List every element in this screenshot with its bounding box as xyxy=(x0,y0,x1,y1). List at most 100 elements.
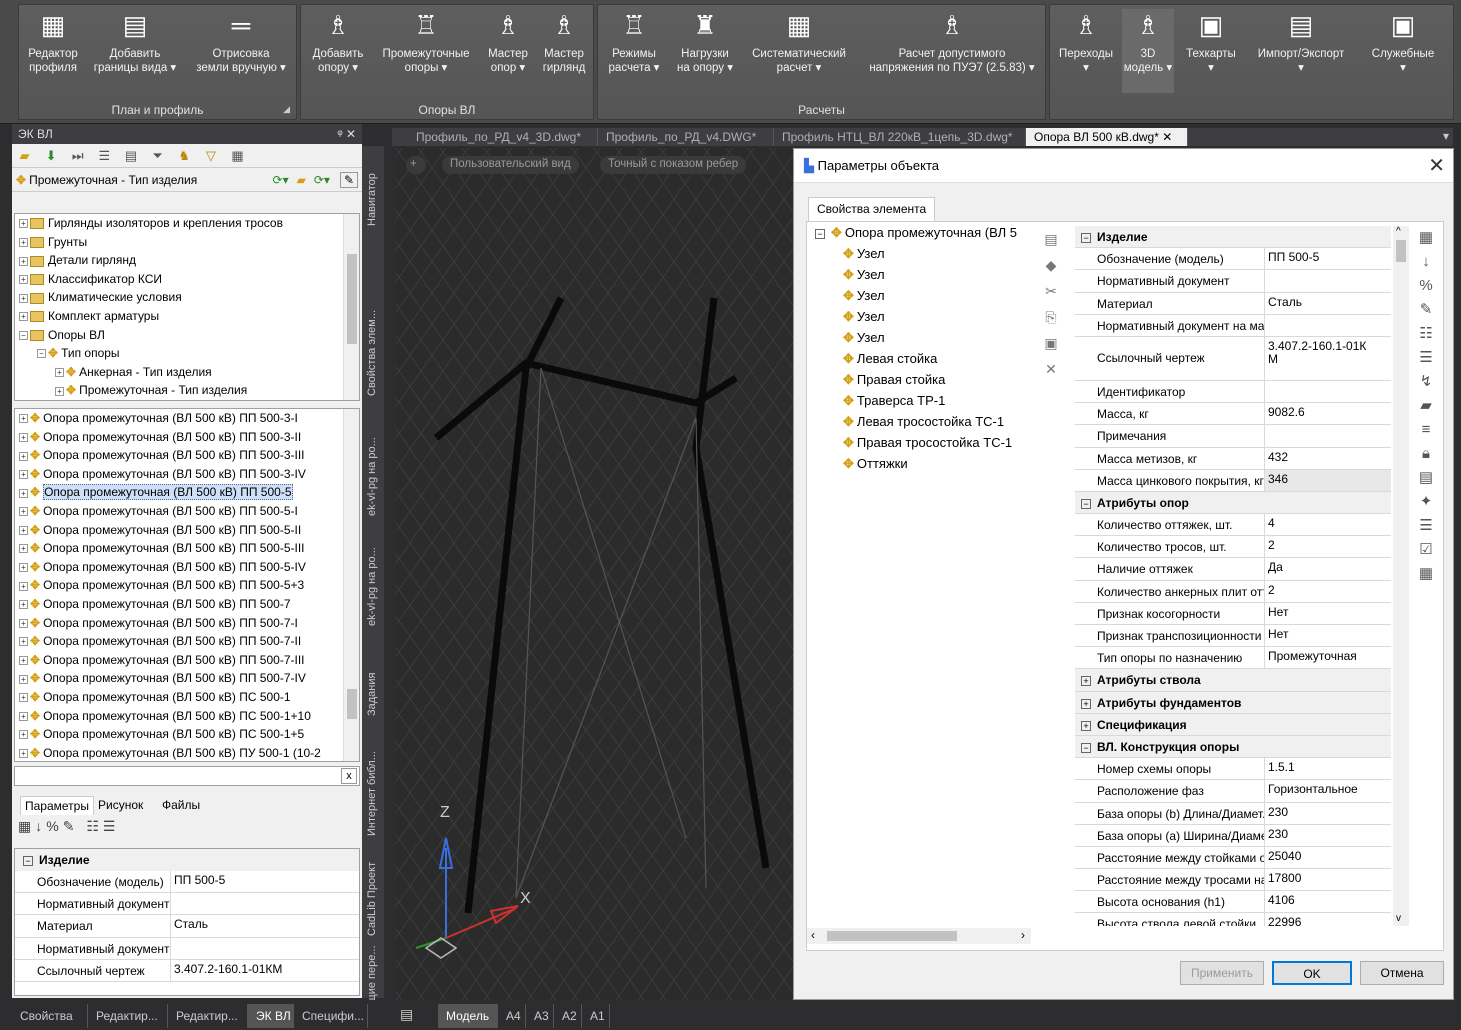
settings-icon[interactable]: ⟳▾ xyxy=(314,173,330,187)
tree-expander[interactable]: − xyxy=(37,349,46,359)
tree-item[interactable]: + Грунты xyxy=(15,233,359,252)
scroll-left-icon[interactable]: ‹ xyxy=(811,928,815,942)
navigate-icon[interactable]: ⏭ xyxy=(69,147,89,165)
list-item[interactable]: + ✥ Опора промежуточная (ВЛ 500 кВ) ПП 500… xyxy=(15,483,359,502)
object-tree-item[interactable]: ✥ Правая стойка xyxy=(807,369,1037,390)
layout-tab[interactable]: A4 xyxy=(498,1004,526,1028)
layout-tab[interactable]: A1 xyxy=(582,1004,610,1028)
tree-expander[interactable]: + xyxy=(19,414,28,424)
import-export-button[interactable]: ▤ Импорт/Экспорт ▾ xyxy=(1248,9,1354,75)
property-row[interactable]: Количество оттяжек, шт. 4 xyxy=(1075,514,1391,537)
property-row[interactable]: База опоры (a) Ширина/Диаме... 230 xyxy=(1075,824,1391,847)
crossings-button[interactable]: ♗ Переходы ▾ xyxy=(1054,9,1118,75)
add-icon[interactable]: ⬇ xyxy=(43,147,63,165)
sort-az-icon[interactable]: ↓ xyxy=(35,818,46,834)
percent-icon[interactable]: % xyxy=(1411,274,1441,298)
tree-expander[interactable]: + xyxy=(55,386,64,396)
tower-wizard-button[interactable]: ♗ Мастер опор ▾ xyxy=(483,9,533,75)
tree-item[interactable]: + Детали гирлянд xyxy=(15,251,359,270)
type-selector[interactable]: Промежуточная - Тип изделия xyxy=(29,173,268,187)
property-value[interactable]: 9082.6 xyxy=(1265,403,1391,425)
cut-icon[interactable]: ✂ xyxy=(1039,278,1063,304)
list-item[interactable]: + ✥ Опора промежуточная (ВЛ 500 кВ) ПС 500… xyxy=(15,688,359,707)
edit-props-icon[interactable]: ✎ xyxy=(63,818,79,834)
bottom-tab[interactable]: ЭК ВЛ xyxy=(248,1004,294,1028)
tree-expander[interactable]: + xyxy=(19,563,28,573)
tree-expander[interactable]: + xyxy=(19,451,28,461)
property-row[interactable]: Ссылочный чертеж 3.407.2-160.1-01КМ xyxy=(15,959,359,982)
property-value[interactable] xyxy=(171,893,359,915)
expand-icon[interactable]: − xyxy=(1081,498,1091,509)
tree-expander[interactable]: + xyxy=(19,693,28,703)
bottom-tab[interactable]: Специфи... xyxy=(294,1004,368,1028)
expand-icon[interactable]: + xyxy=(1081,676,1091,687)
tree-expander[interactable]: + xyxy=(19,219,28,229)
tab-parameters[interactable]: Параметры xyxy=(20,796,94,815)
property-value[interactable]: Горизонтальное xyxy=(1265,780,1391,802)
property-value[interactable] xyxy=(1265,270,1391,292)
tree-vscrollbar[interactable] xyxy=(343,214,359,400)
property-row[interactable]: Количество тросов, шт. 2 xyxy=(1075,536,1391,559)
tree-expander[interactable]: + xyxy=(19,656,28,666)
scroll-right-icon[interactable]: › xyxy=(1021,928,1025,942)
close-tab-icon[interactable]: ✕ xyxy=(1159,130,1172,144)
list-item[interactable]: + ✥ Опора промежуточная (ВЛ 500 кВ) ПП 500… xyxy=(15,521,359,540)
tree-expander[interactable]: − xyxy=(19,330,28,340)
list-item[interactable]: + ✥ Опора промежуточная (ВЛ 500 кВ) ПП 500… xyxy=(15,558,359,577)
lock-icon[interactable]: 🔒︎ xyxy=(1411,442,1441,466)
object-tree-item[interactable]: ✥ Узел xyxy=(807,327,1037,348)
insulator-wizard-button[interactable]: ♗ Мастер гирлянд xyxy=(539,9,589,75)
list-view-icon[interactable]: ▤ xyxy=(123,147,143,165)
tree-view-icon[interactable]: ☰ xyxy=(96,147,116,165)
list-item[interactable]: + ✥ Опора промежуточная (ВЛ 500 кВ) ПП 500… xyxy=(15,539,359,558)
object-tree-item[interactable]: ✥ Оттяжки xyxy=(807,453,1037,474)
list-item[interactable]: + ✥ Опора промежуточная (ВЛ 500 кВ) ПП 500… xyxy=(15,595,359,614)
props-extra-icon[interactable]: ☷ xyxy=(1411,322,1441,346)
tree-expander[interactable]: + xyxy=(55,368,64,378)
property-row[interactable]: Нормативный документ ... xyxy=(15,937,359,960)
bottom-tab[interactable]: Свойства xyxy=(12,1004,88,1028)
tab-element-properties[interactable]: Свойства элемента xyxy=(808,197,936,221)
list-item[interactable]: + ✥ Опора промежуточная (ВЛ 500 кВ) ПП 500… xyxy=(15,651,359,670)
property-row[interactable]: Расположение фаз Горизонтальное xyxy=(1075,780,1391,803)
paste-icon[interactable]: ▣ xyxy=(1039,330,1063,356)
move-icon[interactable]: ◆ xyxy=(1039,252,1063,278)
property-category[interactable]: − ВЛ. Конструкция опоры xyxy=(1075,735,1391,759)
scroll-thumb[interactable] xyxy=(827,931,957,941)
prop-category[interactable]: − Изделие xyxy=(15,849,359,871)
property-row[interactable]: Нормативный документ на ма... xyxy=(1075,314,1391,337)
property-row[interactable]: Идентификатор xyxy=(1075,380,1391,404)
tree-item[interactable]: − ✥ Тип опоры xyxy=(15,344,359,363)
object-tree-item[interactable]: ✥ Узел xyxy=(807,285,1037,306)
ok-button[interactable]: OK xyxy=(1272,961,1352,985)
props-list-icon[interactable]: ☰ xyxy=(103,818,120,834)
list-item[interactable]: + ✥ Опора промежуточная (ВЛ 500 кВ) ПП 500… xyxy=(15,409,359,428)
property-row[interactable]: Признак косогорности Нет xyxy=(1075,602,1391,625)
delete-icon[interactable]: ✕ xyxy=(1039,356,1063,382)
tree-item[interactable]: + Классификатор КСИ xyxy=(15,270,359,289)
property-category[interactable]: + Спецификация xyxy=(1075,713,1391,736)
doc-tab[interactable]: Профиль НТЦ_ВЛ 220кВ_1цепь_3D.dwg* xyxy=(774,128,1026,146)
filter-icon[interactable]: ⏷ xyxy=(149,147,169,165)
add-node-icon[interactable]: ▤ xyxy=(1039,226,1063,252)
funnel-icon[interactable]: ▽ xyxy=(202,147,222,165)
property-value[interactable]: Сталь xyxy=(171,915,359,937)
list-item[interactable]: + ✥ Опора промежуточная (ВЛ 500 кВ) ПП 500… xyxy=(15,502,359,521)
calc-modes-button[interactable]: ♖ Режимы расчета ▾ xyxy=(602,9,666,75)
highlight-icon[interactable]: ✦ xyxy=(1411,490,1441,514)
object-tree-item[interactable]: ✥ Левая стойка xyxy=(807,348,1037,369)
expand-icon[interactable]: − xyxy=(1081,742,1091,753)
tree-expander[interactable]: + xyxy=(19,637,28,647)
tree-expander[interactable]: + xyxy=(19,581,28,591)
3d-viewport[interactable]: + Пользовательский вид Точный с показом … xyxy=(396,148,798,1000)
cancel-button[interactable]: Отмена xyxy=(1360,961,1444,985)
abc-icon[interactable]: ≡ xyxy=(1411,418,1441,442)
tree-expander[interactable]: + xyxy=(19,488,28,498)
checkbox-icon[interactable]: ☑ xyxy=(1411,538,1441,562)
tree-item[interactable]: + Климатические условия xyxy=(15,288,359,307)
bottom-tab[interactable]: Редактир... xyxy=(88,1004,168,1028)
binoculars-icon[interactable]: ♞ xyxy=(176,147,196,165)
property-value[interactable]: 230 xyxy=(1265,802,1391,824)
list-vscrollbar[interactable] xyxy=(343,409,359,761)
scroll-up-icon[interactable]: ^ xyxy=(1396,226,1401,237)
